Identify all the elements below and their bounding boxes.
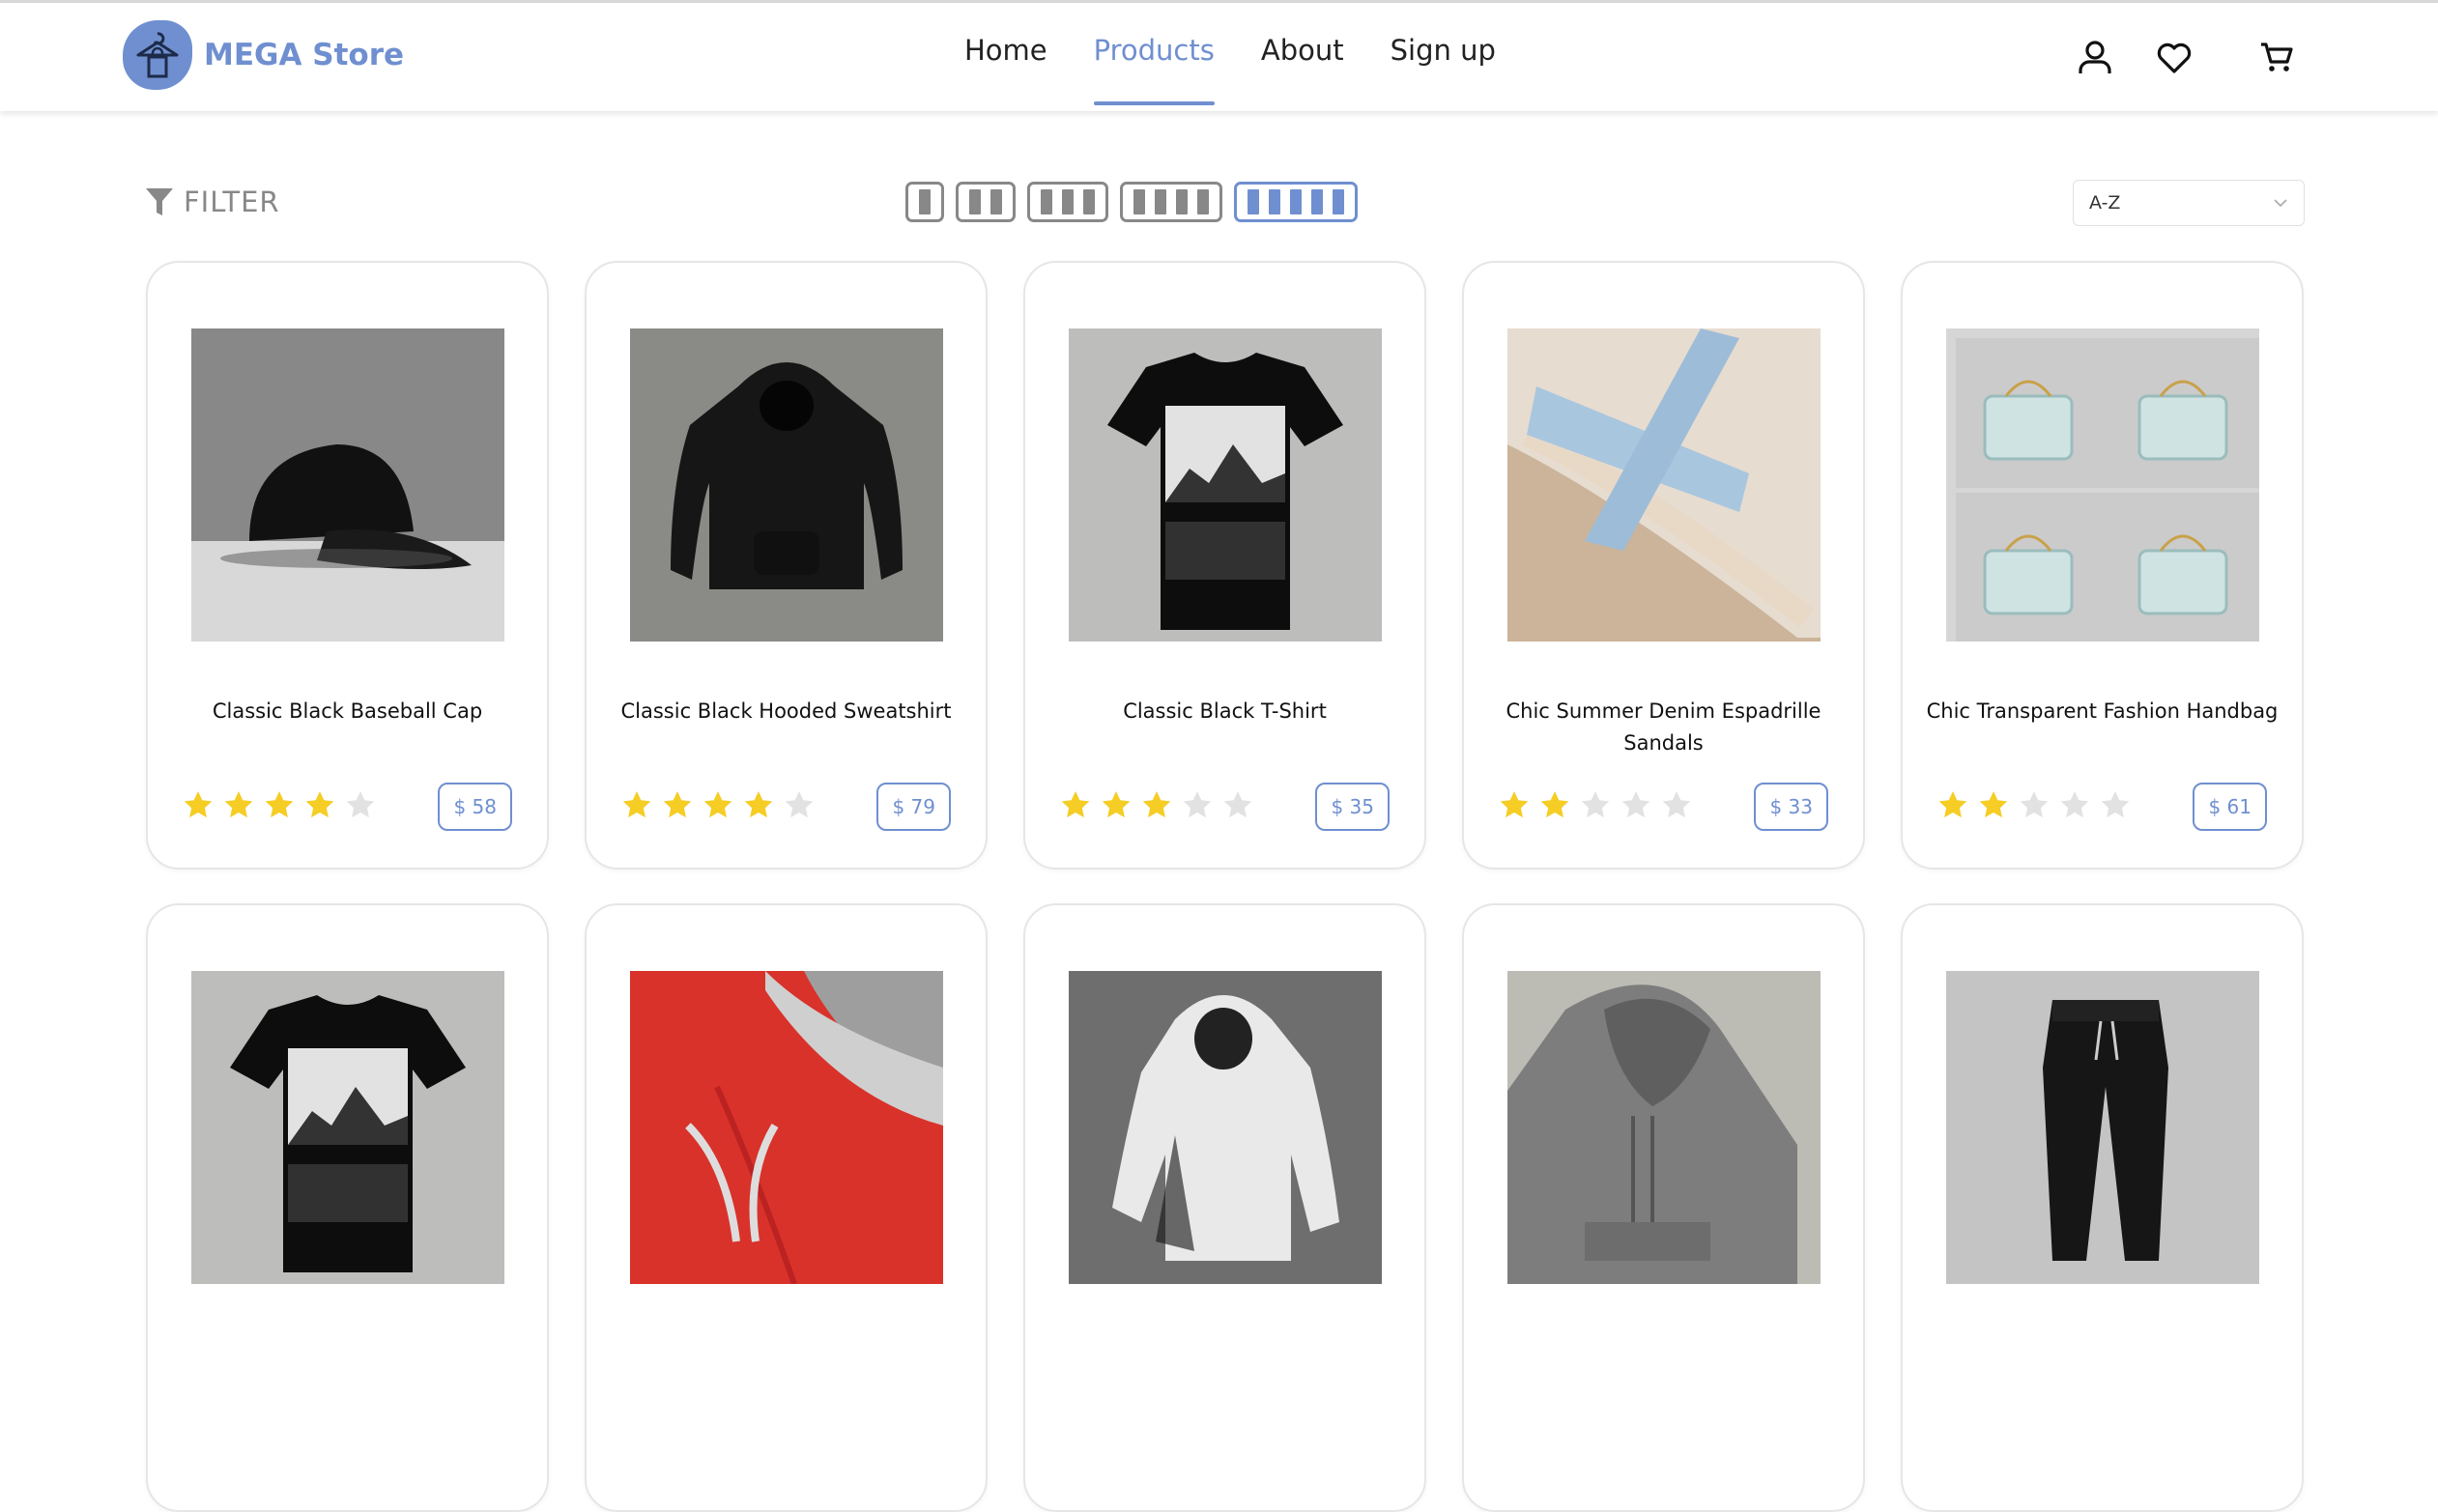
product-image[interactable]	[191, 971, 504, 1284]
star-icon	[2101, 791, 2130, 818]
product-image[interactable]	[191, 328, 504, 642]
product-image[interactable]	[1507, 328, 1821, 642]
heart-icon[interactable]	[2155, 38, 2194, 76]
star-icon	[1061, 791, 1090, 818]
product-rating	[621, 789, 824, 820]
product-toolbar: FILTER A-Z	[0, 174, 2438, 232]
star-icon	[1621, 791, 1650, 818]
product-card[interactable]: Classic Black T-Shirt $ 35	[1023, 261, 1426, 870]
product-image[interactable]	[630, 971, 943, 1284]
star-icon	[1581, 791, 1610, 818]
star-icon	[2020, 791, 2049, 818]
star-icon	[785, 791, 814, 818]
site-header: MEGA Store Home Products About Sign up	[0, 3, 2438, 111]
star-icon	[224, 791, 253, 818]
header-actions	[2076, 38, 2296, 76]
star-icon	[1223, 791, 1252, 818]
product-card[interactable]	[1462, 903, 1865, 1512]
product-card[interactable]	[585, 903, 988, 1512]
product-card[interactable]	[1901, 903, 2304, 1512]
product-name[interactable]: Classic Black T-Shirt	[1045, 696, 1405, 727]
product-price-button[interactable]: $ 33	[1754, 783, 1828, 831]
star-icon	[1979, 791, 2008, 818]
star-icon	[265, 791, 294, 818]
layout-1-column-button[interactable]	[905, 182, 944, 222]
product-image[interactable]	[1507, 971, 1821, 1284]
product-card[interactable]: Chic Summer Denim Espadrille Sandals $ 33	[1462, 261, 1865, 870]
chevron-down-icon	[2274, 199, 2287, 208]
product-card[interactable]	[1023, 903, 1426, 1512]
star-icon	[1183, 791, 1212, 818]
star-icon	[703, 791, 732, 818]
sort-selected-value: A-Z	[2089, 192, 2121, 214]
nav-about[interactable]: About	[1261, 34, 1344, 105]
nav-home[interactable]: Home	[964, 34, 1047, 105]
star-icon	[184, 791, 213, 818]
product-name[interactable]: Classic Black Baseball Cap	[167, 696, 528, 727]
cart-icon[interactable]	[2257, 38, 2296, 76]
star-icon	[1662, 791, 1691, 818]
grid-layout-switcher	[905, 182, 1369, 222]
user-icon[interactable]	[2076, 38, 2114, 76]
product-rating	[1060, 789, 1263, 820]
product-rating	[1499, 789, 1702, 820]
layout-3-column-button[interactable]	[1027, 182, 1108, 222]
nav-sign-up[interactable]: Sign up	[1391, 34, 1496, 105]
product-price-button[interactable]: $ 61	[2193, 783, 2267, 831]
product-name[interactable]: Chic Transparent Fashion Handbag	[1922, 696, 2282, 727]
brand-logo[interactable]: MEGA Store	[123, 20, 404, 90]
product-price-button[interactable]: $ 79	[876, 783, 951, 831]
star-icon	[1500, 791, 1529, 818]
product-name[interactable]: Classic Black Hooded Sweatshirt	[606, 696, 966, 727]
star-icon	[1938, 791, 1967, 818]
funnel-icon	[146, 188, 173, 215]
layout-4-column-button[interactable]	[1120, 182, 1222, 222]
product-card[interactable]: Chic Transparent Fashion Handbag $ 61	[1901, 261, 2304, 870]
product-image[interactable]	[1946, 328, 2259, 642]
star-icon	[1142, 791, 1171, 818]
filter-label: FILTER	[184, 185, 280, 218]
star-icon	[2060, 791, 2089, 818]
product-price-button[interactable]: $ 58	[438, 783, 512, 831]
star-icon	[305, 791, 334, 818]
main-nav: Home Products About Sign up	[964, 34, 1542, 105]
nav-products[interactable]: Products	[1093, 34, 1216, 105]
product-image[interactable]	[630, 328, 943, 642]
star-icon	[663, 791, 692, 818]
product-name[interactable]: Chic Summer Denim Espadrille Sandals	[1483, 696, 1844, 759]
product-image[interactable]	[1946, 971, 2259, 1284]
filter-button[interactable]: FILTER	[145, 185, 280, 218]
star-icon	[622, 791, 651, 818]
star-icon	[1540, 791, 1569, 818]
product-card[interactable]: Classic Black Baseball Cap $ 58	[146, 261, 549, 870]
brand-name: MEGA Store	[204, 38, 405, 72]
hanger-bag-icon	[123, 20, 192, 90]
product-price-button[interactable]: $ 35	[1315, 783, 1390, 831]
star-icon	[346, 791, 375, 818]
product-image[interactable]	[1069, 328, 1382, 642]
product-card[interactable]: Classic Black Hooded Sweatshirt $ 79	[585, 261, 988, 870]
star-icon	[744, 791, 773, 818]
layout-2-column-button[interactable]	[956, 182, 1016, 222]
layout-5-column-button[interactable]	[1234, 182, 1358, 222]
product-rating	[183, 789, 386, 820]
sort-select[interactable]: A-Z	[2073, 180, 2305, 226]
product-card[interactable]	[146, 903, 549, 1512]
product-image[interactable]	[1069, 971, 1382, 1284]
product-rating	[1937, 789, 2140, 820]
star-icon	[1102, 791, 1131, 818]
